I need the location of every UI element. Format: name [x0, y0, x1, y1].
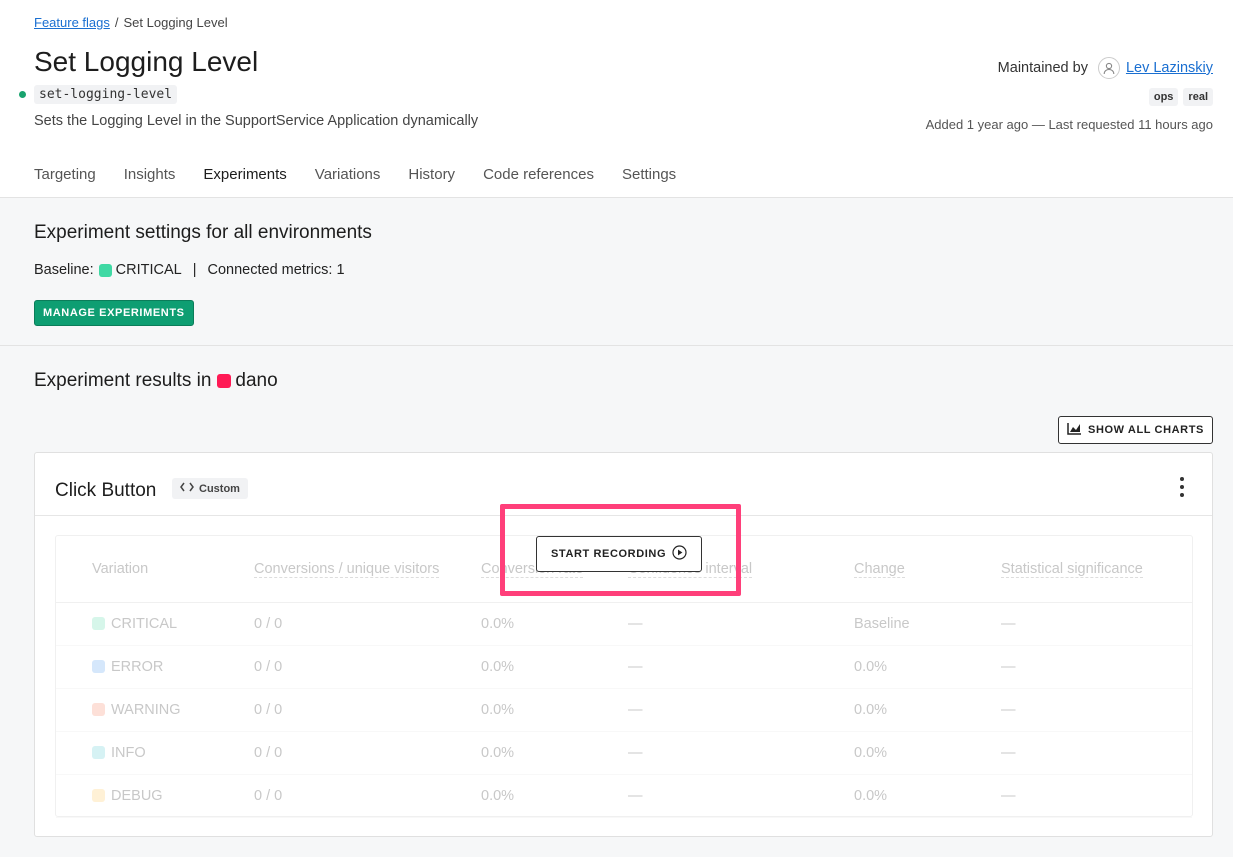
column-header-statistical-significance[interactable]: Statistical significance: [1001, 560, 1143, 578]
conversions-cell: 0 / 0: [254, 731, 481, 775]
variation-swatch: [92, 617, 105, 630]
tab-settings[interactable]: Settings: [622, 166, 676, 195]
tag-ops[interactable]: ops: [1148, 88, 1179, 106]
baseline-row: Baseline: CRITICAL | Connected metrics: …: [34, 262, 345, 278]
tab-insights[interactable]: Insights: [124, 166, 176, 195]
chart-icon: [1067, 422, 1082, 438]
significance-cell: —: [1001, 645, 1192, 689]
maintainer-label: Maintained by: [997, 60, 1088, 76]
connected-metrics: Connected metrics: 1: [207, 262, 345, 278]
rate-cell: 0.0%: [481, 774, 628, 818]
page-title: Set Logging Level: [34, 46, 259, 77]
variation-swatch: [92, 789, 105, 802]
significance-cell: —: [1001, 602, 1192, 646]
column-header-conversions[interactable]: Conversions / unique visitors: [254, 560, 440, 578]
table-row: ERROR 0 / 0 0.0% — 0.0% —: [56, 645, 1192, 689]
interval-cell: —: [628, 645, 854, 689]
environment-name: dano: [235, 370, 278, 391]
conversions-cell: 0 / 0: [254, 688, 481, 732]
status-dot: [19, 91, 26, 98]
variation-name: INFO: [111, 744, 146, 761]
variation-name: DEBUG: [111, 787, 163, 804]
variation-name: ERROR: [111, 658, 164, 675]
breadcrumb-current: Set Logging Level: [123, 15, 228, 30]
custom-badge: Custom: [172, 478, 248, 499]
conversions-cell: 0 / 0: [254, 602, 481, 646]
experiment-results-title: Experiment results in dano: [34, 370, 278, 392]
interval-cell: —: [628, 731, 854, 775]
results-table: Variation Conversions / unique visitors …: [55, 535, 1193, 818]
tag-real[interactable]: real: [1183, 88, 1213, 106]
maintainer: Maintained by Lev Lazinskiy: [998, 57, 1213, 79]
variation-swatch: [92, 660, 105, 673]
conversions-cell: 0 / 0: [254, 774, 481, 818]
significance-cell: —: [1001, 731, 1192, 775]
code-icon: [180, 482, 194, 495]
column-header-change[interactable]: Change: [854, 560, 905, 578]
tab-code-references[interactable]: Code references: [483, 166, 594, 195]
start-recording-label: START RECORDING: [551, 548, 667, 560]
metric-card-header: Click Button Custom: [35, 453, 1212, 516]
flag-key: set-logging-level: [34, 85, 178, 104]
variation-swatch: [92, 746, 105, 759]
change-cell: 0.0%: [854, 774, 1001, 818]
table-row: DEBUG 0 / 0 0.0% — 0.0% —: [56, 774, 1192, 818]
metric-card: Click Button Custom Variation Conversion…: [34, 452, 1213, 837]
baseline-label: Baseline:: [34, 262, 94, 278]
breadcrumb: Feature flags / Set Logging Level: [34, 15, 228, 30]
kebab-menu-icon[interactable]: [1180, 477, 1184, 497]
column-header-variation: Variation: [92, 560, 149, 577]
interval-cell: —: [628, 688, 854, 732]
separator: |: [192, 262, 197, 278]
baseline-swatch: [98, 263, 112, 277]
maintainer-link[interactable]: Lev Lazinskiy: [1126, 60, 1213, 76]
interval-cell: —: [628, 774, 854, 818]
change-cell: Baseline: [854, 602, 1001, 646]
show-all-charts-label: SHOW ALL CHARTS: [1088, 424, 1204, 436]
environment-swatch: [217, 374, 232, 388]
significance-cell: —: [1001, 688, 1192, 732]
baseline-value: CRITICAL: [115, 262, 182, 278]
show-all-charts-button[interactable]: SHOW ALL CHARTS: [1058, 416, 1213, 444]
conversions-cell: 0 / 0: [254, 645, 481, 689]
table-row: INFO 0 / 0 0.0% — 0.0% —: [56, 731, 1192, 775]
flag-description: Sets the Logging Level in the SupportSer…: [34, 113, 479, 129]
breadcrumb-feature-flags-link[interactable]: Feature flags: [34, 15, 110, 30]
interval-cell: —: [628, 602, 854, 646]
rate-cell: 0.0%: [481, 602, 628, 646]
change-cell: 0.0%: [854, 688, 1001, 732]
table-row: WARNING 0 / 0 0.0% — 0.0% —: [56, 688, 1192, 732]
variation-name: WARNING: [111, 701, 181, 718]
results-title-prefix: Experiment results in: [34, 370, 212, 391]
tab-variations[interactable]: Variations: [315, 166, 381, 195]
experiment-settings-title: Experiment settings for all environments: [34, 222, 372, 243]
tab-targeting[interactable]: Targeting: [34, 166, 96, 195]
rate-cell: 0.0%: [481, 688, 628, 732]
breadcrumb-separator: /: [114, 15, 119, 30]
table-row: CRITICAL 0 / 0 0.0% — Baseline —: [56, 602, 1192, 646]
significance-cell: —: [1001, 774, 1192, 818]
custom-badge-label: Custom: [199, 482, 240, 495]
rate-cell: 0.0%: [481, 731, 628, 775]
play-circle-icon: [672, 545, 687, 563]
tab-history[interactable]: History: [408, 166, 455, 195]
added-info: Added 1 year ago — Last requested 11 hou…: [925, 117, 1213, 132]
change-cell: 0.0%: [854, 731, 1001, 775]
tab-experiments[interactable]: Experiments: [203, 166, 286, 195]
metric-title: Click Button: [55, 480, 157, 501]
manage-experiments-button[interactable]: MANAGE EXPERIMENTS: [34, 300, 194, 326]
tag-list: ops real: [1148, 88, 1213, 106]
flag-key-row: set-logging-level: [19, 85, 178, 104]
tab-bar: Targeting Insights Experiments Variation…: [34, 166, 676, 195]
change-cell: 0.0%: [854, 645, 1001, 689]
variation-swatch: [92, 703, 105, 716]
variation-name: CRITICAL: [111, 615, 178, 632]
start-recording-button[interactable]: START RECORDING: [536, 536, 703, 572]
rate-cell: 0.0%: [481, 645, 628, 689]
user-icon: [1097, 57, 1120, 79]
